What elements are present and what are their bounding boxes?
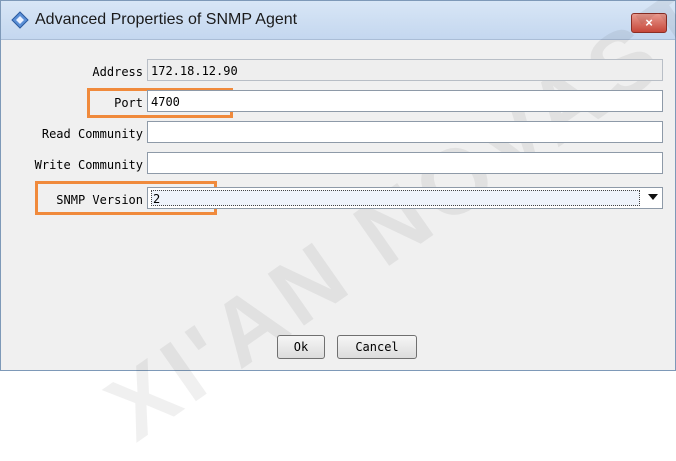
read-community-input[interactable] — [147, 121, 663, 143]
read-community-label: Read Community — [41, 127, 143, 141]
title-bar: Advanced Properties of SNMP Agent × — [1, 1, 675, 40]
snmp-version-select[interactable]: 2 — [147, 187, 663, 209]
cancel-button[interactable]: Cancel — [337, 335, 417, 359]
snmp-version-value: 2 — [151, 190, 640, 206]
write-community-label: Write Community — [34, 158, 143, 172]
address-field: 172.18.12.90 — [147, 59, 663, 81]
snmp-version-label: SNMP Version — [56, 193, 143, 207]
chevron-down-icon[interactable] — [648, 194, 658, 200]
write-community-input[interactable] — [147, 152, 663, 174]
snmp-properties-dialog: Advanced Properties of SNMP Agent × XI'A… — [0, 0, 676, 460]
ok-button[interactable]: Ok — [277, 335, 325, 359]
address-label: Address — [92, 65, 143, 79]
port-label: Port — [114, 96, 143, 110]
port-input[interactable]: 4700 — [147, 90, 663, 112]
close-button[interactable]: × — [631, 13, 667, 33]
diamond-icon — [11, 11, 29, 29]
window-title: Advanced Properties of SNMP Agent — [35, 11, 298, 28]
